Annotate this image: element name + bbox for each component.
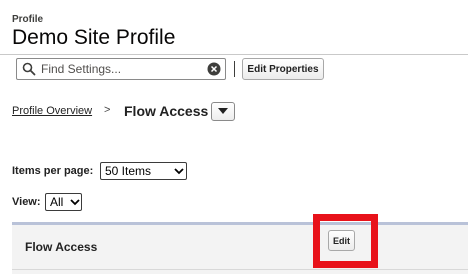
edit-button[interactable]: Edit xyxy=(328,230,355,251)
toolbar-separator xyxy=(234,61,235,77)
panel-title: Flow Access xyxy=(25,240,98,254)
search-input[interactable] xyxy=(41,61,201,77)
chevron-down-icon xyxy=(70,199,80,206)
view-select[interactable]: All xyxy=(45,193,82,211)
view-label: View: xyxy=(12,196,41,208)
edit-properties-button[interactable]: Edit Properties xyxy=(242,58,324,80)
breadcrumb-separator: > xyxy=(104,104,111,116)
object-type-label: Profile xyxy=(12,14,44,25)
page-title: Demo Site Profile xyxy=(12,26,176,49)
chevron-down-icon xyxy=(218,108,228,114)
section-menu-button[interactable] xyxy=(211,102,235,121)
items-per-page-select[interactable]: 50 Items xyxy=(100,162,187,180)
view-value: All xyxy=(50,195,64,209)
page-header: Profile Demo Site Profile xyxy=(0,0,468,54)
header-divider xyxy=(0,54,468,55)
items-per-page-value: 50 Items xyxy=(105,164,152,178)
breadcrumb-current-page: Flow Access xyxy=(124,103,209,119)
find-settings-search[interactable] xyxy=(16,58,226,80)
panel-divider xyxy=(12,269,468,270)
search-icon xyxy=(22,62,36,76)
items-per-page-label: Items per page: xyxy=(12,165,94,177)
clear-icon[interactable] xyxy=(207,62,221,76)
chevron-down-icon xyxy=(174,168,184,175)
flow-access-panel: Flow Access xyxy=(12,222,468,274)
breadcrumb-profile-overview-link[interactable]: Profile Overview xyxy=(12,105,92,117)
